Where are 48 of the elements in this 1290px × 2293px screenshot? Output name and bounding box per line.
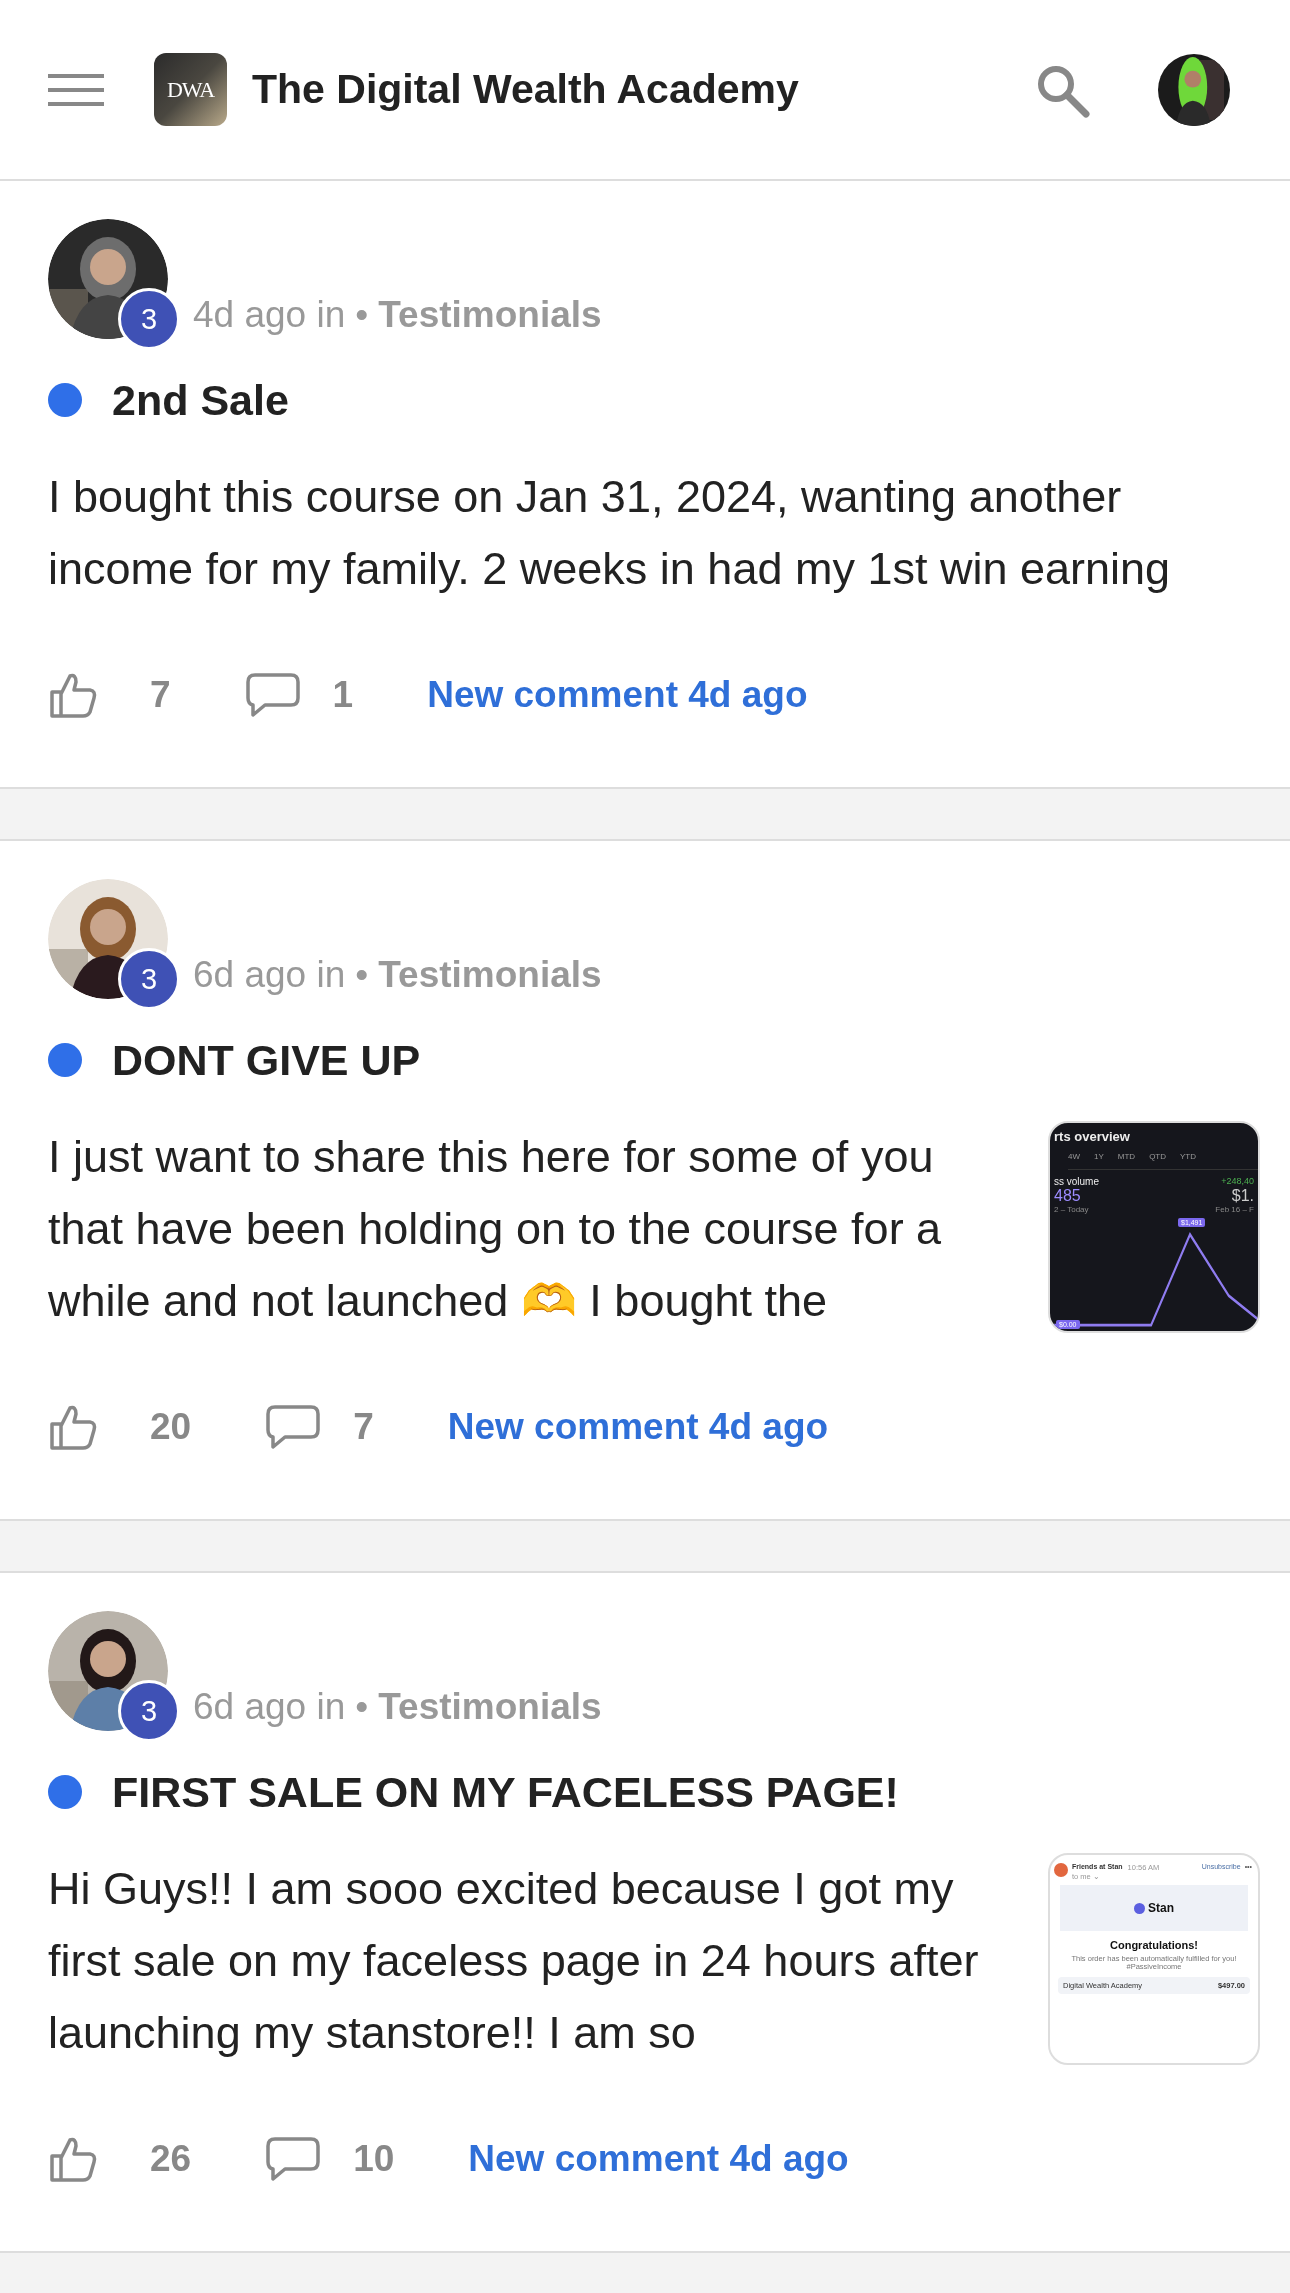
change-value: +248,40 <box>1221 1176 1254 1187</box>
post-time: 4d ago in <box>193 293 346 337</box>
like-count: 26 <box>150 2138 192 2180</box>
period-label: 1Y <box>1094 1152 1104 1161</box>
period-label: MTD <box>1117 1152 1136 1161</box>
sender-avatar <box>1054 1863 1068 1877</box>
post-title[interactable]: DONT GIVE UP <box>112 1035 421 1085</box>
screenshot-title: rts overview <box>1054 1129 1131 1144</box>
brand-name: Stan <box>1148 1901 1174 1915</box>
category-link[interactable]: Testimonials <box>378 1684 602 1729</box>
level-badge: 3 <box>118 288 180 350</box>
separator: • <box>355 293 369 337</box>
metric-value: $1. <box>1231 1187 1254 1205</box>
post-title[interactable]: FIRST SALE ON MY FACELESS PAGE! <box>112 1767 899 1817</box>
new-comment-link[interactable]: New comment 4d ago <box>468 2138 849 2180</box>
comment-count: 1 <box>332 674 354 716</box>
post-preview: I just want to share this here for some of you that have been holding on to the course for a while and not launched 🫶 I bought the <box>48 1130 943 1328</box>
date-range: Feb 16 – F <box>1215 1205 1254 1214</box>
new-comment-link[interactable]: New comment 4d ago <box>427 674 808 716</box>
category-link[interactable]: Testimonials <box>378 952 602 997</box>
post-title[interactable]: 2nd Sale <box>112 375 289 425</box>
post-time: 6d ago in <box>193 1685 346 1729</box>
level-badge: 3 <box>118 948 180 1010</box>
like-count: 7 <box>150 674 171 716</box>
period-label: 4W <box>1068 1152 1080 1161</box>
date-range: 2 – Today <box>1054 1205 1089 1214</box>
brand-icon <box>1134 1902 1145 1914</box>
new-comment-link[interactable]: New comment 4d ago <box>447 1406 829 1448</box>
metric-label: ss volume <box>1054 1176 1099 1187</box>
metric-value: 485 <box>1054 1187 1081 1205</box>
post-time: 6d ago in <box>193 953 346 997</box>
separator: • <box>355 953 369 997</box>
separator: • <box>355 1685 369 1729</box>
post-preview: I bought this course on Jan 31, 2024, wanting another income for my family. 2 weeks in had my 1st win earning <box>48 470 1172 596</box>
comment-count: 7 <box>353 1406 374 1448</box>
email-heading: Congratulations! <box>1109 1939 1199 1951</box>
comment-icon[interactable] <box>265 2136 322 2182</box>
category-link[interactable]: Testimonials <box>378 292 602 337</box>
period-label: QTD <box>1149 1152 1166 1161</box>
logo: DWA <box>154 53 227 126</box>
comment-icon[interactable] <box>244 672 301 718</box>
comment-count: 10 <box>353 2138 395 2180</box>
comment-icon[interactable] <box>265 1404 322 1450</box>
period-label: YTD <box>1180 1152 1196 1161</box>
like-count: 20 <box>150 1406 192 1448</box>
site-title: The Digital Wealth Academy <box>252 66 800 113</box>
post-preview: Hi Guys!! I am sooo excited because I got my first sale on my faceless page in 24 hours after launching my stanstore!! I am so <box>48 1862 980 2060</box>
level-badge: 3 <box>118 1680 180 1742</box>
